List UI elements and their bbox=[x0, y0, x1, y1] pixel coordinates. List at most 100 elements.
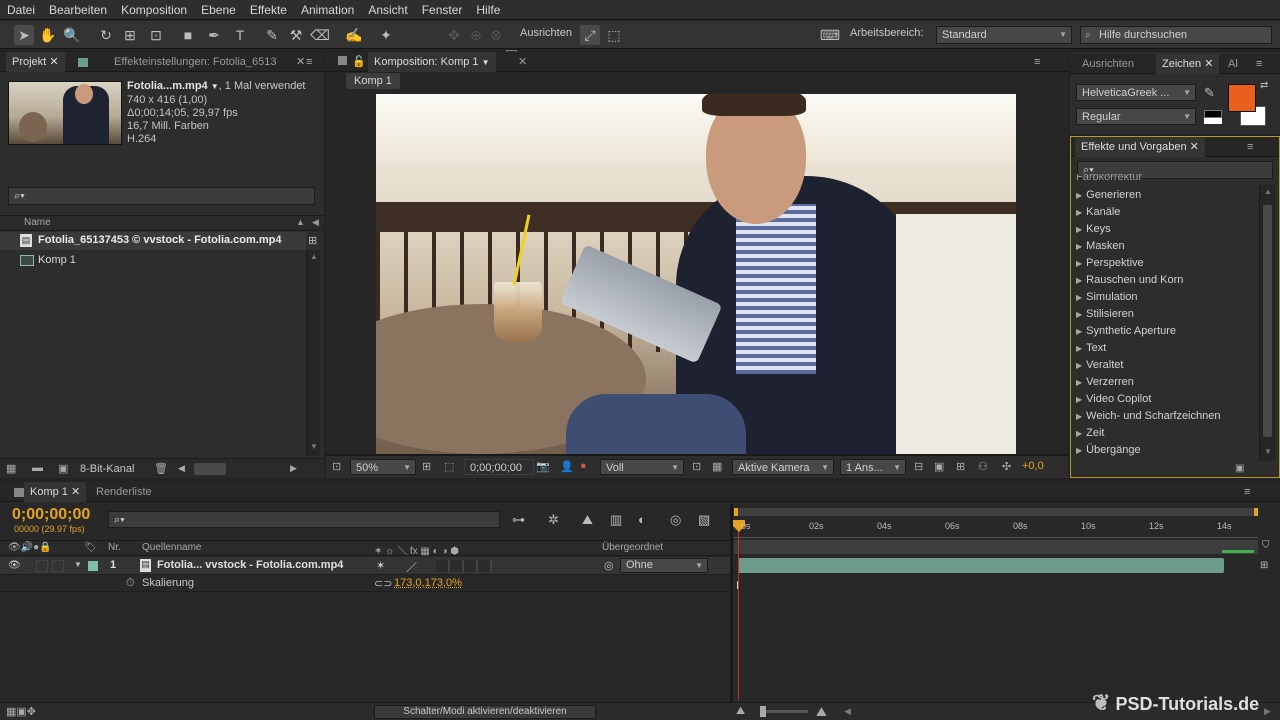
always-preview-icon[interactable]: ⊡ bbox=[332, 460, 341, 473]
eyedropper-icon[interactable]: ✎ bbox=[1204, 85, 1215, 101]
expand-triangle-icon[interactable]: ▶ bbox=[1076, 361, 1082, 370]
current-time-indicator[interactable] bbox=[738, 522, 739, 700]
menu-ansicht[interactable]: Ansicht bbox=[361, 0, 414, 20]
expand-triangle-icon[interactable]: ▶ bbox=[1076, 191, 1082, 200]
timeline-nav-bar[interactable] bbox=[734, 540, 1258, 554]
scroll-left-icon[interactable]: ◀ bbox=[844, 706, 851, 717]
exposure-reset-icon[interactable]: ✣ bbox=[1002, 460, 1011, 473]
snap-edges-icon[interactable]: ⤢ bbox=[580, 25, 600, 45]
layer-row[interactable]: 👁 ▼ 1 ▤ Fotolia... vvstock - Fotolia.com… bbox=[0, 557, 730, 575]
layer-switches[interactable] bbox=[436, 560, 492, 572]
panel-menu-icon[interactable]: ≡ bbox=[1247, 142, 1261, 153]
tab-projekt[interactable]: Projekt ✕ bbox=[6, 52, 65, 72]
menu-bearbeiten[interactable]: Bearbeiten bbox=[42, 0, 114, 20]
effect-category-item[interactable]: ▶ Kanäle bbox=[1076, 204, 1120, 221]
panel-menu-icon[interactable]: ≡ bbox=[1034, 57, 1048, 68]
effect-category-partial[interactable]: Farbkorrektur bbox=[1076, 174, 1142, 185]
menu-effekte[interactable]: Effekte bbox=[243, 0, 294, 20]
effect-category-item[interactable]: ▶ Verzerren bbox=[1076, 374, 1134, 391]
eraser-tool-icon[interactable]: ⌫ bbox=[310, 25, 330, 45]
chevron-down-icon[interactable]: ▼ bbox=[211, 82, 219, 91]
comp-breadcrumb[interactable]: Komp 1 bbox=[346, 73, 400, 89]
zoom-out-icon[interactable]: ⛰ bbox=[736, 705, 745, 718]
expand-triangle-icon[interactable]: ▶ bbox=[1076, 378, 1082, 387]
tab-ausrichten[interactable]: Ausrichten bbox=[1076, 54, 1140, 74]
white-swatch[interactable] bbox=[1204, 118, 1222, 124]
project-hscroll-thumb[interactable] bbox=[194, 463, 226, 475]
sort-up-icon[interactable]: ▲ bbox=[296, 217, 305, 227]
parent-select[interactable]: Ohne bbox=[620, 558, 708, 573]
tab-effekte-vorgaben[interactable]: Effekte und Vorgaben ✕ bbox=[1075, 137, 1205, 157]
tab-komposition[interactable]: Komposition: Komp 1 ▼ bbox=[368, 52, 496, 72]
clone-stamp-tool-icon[interactable]: ⚒ bbox=[286, 25, 306, 45]
rgb-channels-icon[interactable]: ● bbox=[580, 460, 587, 472]
exposure-value[interactable]: +0,0 bbox=[1022, 460, 1044, 472]
resolution-select[interactable]: Voll bbox=[600, 459, 684, 475]
render-region-icon[interactable]: ▧ bbox=[698, 512, 710, 528]
zoom-slider-thumb[interactable] bbox=[760, 706, 766, 717]
menu-datei[interactable]: Datei bbox=[0, 0, 42, 20]
flowchart-icon[interactable]: ⚇ bbox=[978, 460, 988, 473]
menu-komposition[interactable]: Komposition bbox=[114, 0, 194, 20]
effect-category-item[interactable]: ▶ Video Copilot bbox=[1076, 391, 1151, 408]
column-parent[interactable]: Übergeordnet bbox=[602, 542, 663, 553]
layer-name[interactable]: Fotolia... vvstock - Fotolia.com.mp4 bbox=[157, 559, 343, 571]
layer-duration-bar[interactable] bbox=[738, 558, 1224, 573]
expand-triangle-icon[interactable]: ▶ bbox=[1076, 344, 1082, 353]
comp-mini-flowchart-icon[interactable]: ⊶ bbox=[512, 512, 525, 528]
toggle-pixel-aspect-icon[interactable]: ⊟ bbox=[914, 460, 923, 473]
hide-shy-layers-icon[interactable]: ⛰ bbox=[582, 512, 593, 528]
menu-animation[interactable]: Animation bbox=[294, 0, 361, 20]
scroll-right-icon[interactable]: ▶ bbox=[1264, 706, 1271, 717]
expand-triangle-icon[interactable]: ▶ bbox=[1076, 446, 1082, 455]
rotate-tool-icon[interactable]: ↻ bbox=[96, 25, 116, 45]
expand-triangle-icon[interactable]: ▶ bbox=[1076, 327, 1082, 336]
expand-triangle-icon[interactable]: ▶ bbox=[1076, 293, 1082, 302]
hand-tool-icon[interactable]: ✋ bbox=[38, 25, 58, 45]
switches-icons[interactable]: ✶ ☼ ＼ fx ▦ ◐ ◑ ⬢ bbox=[374, 542, 459, 557]
trash-icon[interactable]: 🗑 bbox=[154, 462, 168, 475]
menu-ebene[interactable]: Ebene bbox=[194, 0, 243, 20]
constrain-proportions-icon[interactable]: ⊂⊃ bbox=[374, 577, 392, 590]
effect-category-item[interactable]: ▶ Zeit bbox=[1076, 425, 1105, 442]
timeline-split[interactable] bbox=[730, 504, 733, 704]
effect-category-item[interactable]: ▶ Text bbox=[1076, 340, 1106, 357]
twirl-down-icon[interactable]: ▼ bbox=[74, 560, 82, 569]
roto-brush-tool-icon[interactable]: ✍ bbox=[344, 25, 364, 45]
expand-triangle-icon[interactable]: ▶ bbox=[1076, 276, 1082, 285]
effect-category-item[interactable]: ▶ Simulation bbox=[1076, 289, 1138, 306]
pan-behind-tool-icon[interactable]: ⊡ bbox=[146, 25, 166, 45]
brush-tool-icon[interactable]: ✎ bbox=[262, 25, 282, 45]
quality-switch-icon[interactable]: ／ bbox=[406, 559, 417, 575]
effects-scroll-thumb[interactable] bbox=[1263, 205, 1272, 437]
expand-triangle-icon[interactable]: ▶ bbox=[1076, 395, 1082, 404]
work-area-end[interactable] bbox=[1254, 508, 1258, 516]
effect-category-item[interactable]: ▶ Veraltet bbox=[1076, 357, 1123, 374]
expand-triangle-icon[interactable]: ▶ bbox=[1076, 242, 1082, 251]
views-select[interactable]: 1 Ans... bbox=[840, 459, 906, 475]
label-tag-icon[interactable]: 🏷 bbox=[84, 542, 97, 553]
frame-blending-icon[interactable]: ▥ bbox=[610, 512, 622, 528]
shy-switch-icon[interactable]: ✶ bbox=[376, 559, 385, 572]
pen-tool-icon[interactable]: ✒ bbox=[204, 25, 224, 45]
font-family-select[interactable]: HelveticaGreek ... bbox=[1076, 84, 1196, 101]
fast-previews-icon[interactable]: ▣ bbox=[934, 460, 944, 473]
layer-label-color[interactable] bbox=[88, 561, 98, 571]
scroll-right-icon[interactable]: ▶ bbox=[290, 463, 297, 474]
work-area-start[interactable] bbox=[734, 508, 738, 516]
graph-editor-icon[interactable]: ◎ bbox=[670, 512, 681, 528]
chevron-left-icon[interactable]: ◀ bbox=[312, 217, 319, 228]
eye-icon[interactable]: 👁 bbox=[8, 560, 21, 571]
project-item-comp[interactable]: Komp 1 bbox=[0, 252, 306, 270]
comp-button-icon[interactable]: ⛉ bbox=[1262, 540, 1274, 554]
effect-category-item[interactable]: ▶ Perspektive bbox=[1076, 255, 1144, 272]
expand-triangle-icon[interactable]: ▶ bbox=[1076, 208, 1082, 217]
stopwatch-icon[interactable]: ⏱ bbox=[126, 577, 135, 590]
snapshot-icon[interactable]: 📷 bbox=[536, 460, 550, 473]
expand-layer-switches-icon[interactable]: ▦▣✥ bbox=[6, 705, 36, 718]
effect-category-item[interactable]: ▶ Keys bbox=[1076, 221, 1111, 238]
interpret-footage-icon[interactable]: ▦ bbox=[6, 462, 16, 475]
safe-zones-icon[interactable]: ⊞ bbox=[422, 460, 431, 473]
mask-visibility-icon[interactable]: ⬚ bbox=[444, 460, 454, 473]
comp-timecode[interactable]: 0;00;00;00 bbox=[464, 459, 534, 475]
